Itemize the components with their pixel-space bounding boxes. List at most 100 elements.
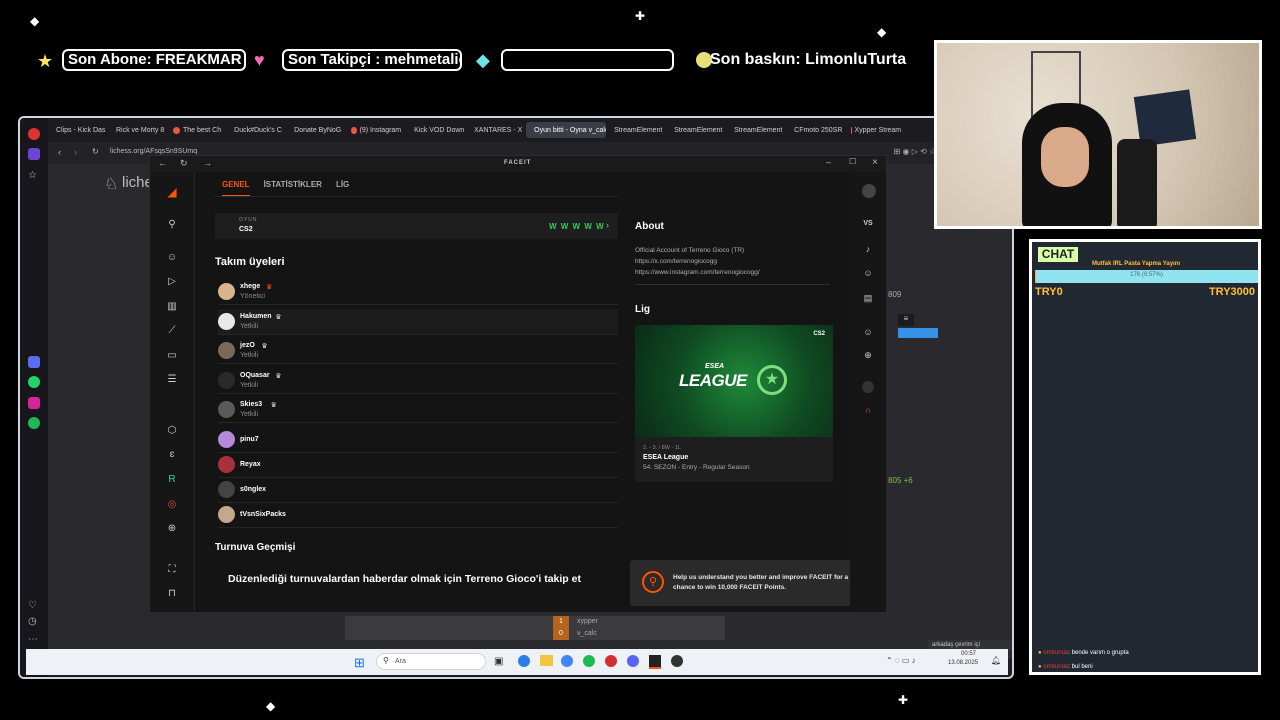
faceit-task-icon[interactable] <box>649 655 661 669</box>
browser-tab[interactable]: CFmoto 250SR <box>786 122 846 138</box>
browser-tab[interactable]: (9) Instagram <box>346 122 406 138</box>
browser-tab[interactable]: Clips - Kick Das <box>48 122 108 138</box>
vs-label[interactable]: VS <box>862 218 874 230</box>
chart-icon[interactable]: ⟋ <box>166 325 178 337</box>
team-member-row[interactable]: Skies3 ♛ Yetkili <box>218 397 618 423</box>
copilot-icon[interactable] <box>518 655 530 667</box>
league-icon[interactable]: R <box>166 474 178 486</box>
team-member-row[interactable]: jezO ♛ Yetkili <box>218 338 618 364</box>
game-icon[interactable]: ɛ <box>166 449 178 461</box>
back-icon[interactable]: ‹ <box>58 147 61 157</box>
sparkle-icon: ◆ <box>30 14 40 28</box>
tab-league[interactable]: LİG <box>336 180 349 197</box>
spotify-task-icon[interactable] <box>583 655 595 667</box>
member-role: Yetkili <box>240 381 259 389</box>
league-card[interactable]: CS2 ESEA LEAGUE ★ 2. - 3. / 8W - 1L ESEA… <box>635 325 833 482</box>
tab-general[interactable]: GENEL <box>222 180 250 197</box>
member-role: Yönetici <box>240 293 265 300</box>
about-link[interactable]: https://www.instagram.com/terrenogiocogg… <box>635 267 760 278</box>
browser-tab[interactable]: The best Ch <box>168 122 226 138</box>
reload-icon[interactable]: ↻ <box>92 147 99 156</box>
friends-icon[interactable]: ☺ <box>862 267 874 279</box>
bag-icon[interactable]: ⊓ <box>166 588 178 600</box>
member-role: Yetkili <box>240 411 259 418</box>
taskbar-search[interactable]: ⚲ Ara <box>376 653 486 670</box>
notification-icon[interactable]: 🔔︎ <box>991 656 1001 665</box>
club-avatar[interactable] <box>862 381 874 393</box>
minimize-icon[interactable]: – <box>826 157 831 167</box>
chrome-icon[interactable] <box>561 655 573 667</box>
add-icon[interactable]: ⊕ <box>862 349 874 361</box>
survey-toast[interactable]: ⚲ Help us understand you better and impr… <box>630 560 878 606</box>
team-member-row[interactable]: tVsnSixPacks <box>218 502 618 528</box>
windows-start-icon[interactable]: ⊞ <box>354 655 365 671</box>
spotify-icon[interactable] <box>28 417 40 429</box>
more-icon[interactable]: ⋯ <box>28 634 40 646</box>
add-icon[interactable]: ⊕ <box>166 523 178 535</box>
chat-icon[interactable]: ▤ <box>862 292 874 304</box>
hexagon-icon[interactable]: ⬡ <box>166 425 178 437</box>
refresh-icon[interactable]: ↻ <box>180 158 188 169</box>
players-icon[interactable]: ☺ <box>166 252 178 264</box>
video-icon[interactable]: ▭ <box>166 350 178 362</box>
team-member-row[interactable]: Hakumen ♛ Yetkili <box>218 308 618 335</box>
browser-tab[interactable]: StreamElement <box>606 122 666 138</box>
forward-icon[interactable]: → <box>203 158 212 168</box>
avatar[interactable] <box>862 184 876 198</box>
club-icon[interactable]: ◎ <box>166 499 178 511</box>
heart-icon[interactable]: ♡ <box>28 600 40 612</box>
scan-icon[interactable]: ⛶ <box>166 564 178 576</box>
team-member-row[interactable]: pinu7 <box>218 427 618 453</box>
team-member-row[interactable]: xhege ♛ Yönetici <box>218 279 618 305</box>
search-icon[interactable]: ⚲ <box>166 219 178 231</box>
team-member-row[interactable]: Reyax <box>218 452 618 478</box>
whatsapp-icon[interactable] <box>28 376 40 388</box>
opera-task-icon[interactable] <box>605 655 617 667</box>
player1-name[interactable]: xypper <box>577 618 598 625</box>
maximize-icon[interactable]: ☐ <box>849 157 856 166</box>
browser-tab[interactable]: Kick VOD Down <box>406 122 466 138</box>
headset-icon[interactable]: ∩ <box>862 404 874 416</box>
browser-tab[interactable]: StreamElement <box>666 122 726 138</box>
aria-icon[interactable] <box>28 356 40 368</box>
tab-label: Xypper Stream <box>854 126 902 134</box>
webcam-chair <box>1117 139 1157 226</box>
list-icon[interactable]: ☰ <box>166 374 178 386</box>
tray-icons[interactable]: ⌃ ◌ ▭ ♪ <box>886 656 916 665</box>
team-member-row[interactable]: OQuasar ♛ Yetkili <box>218 368 618 394</box>
stats-icon[interactable]: ▥ <box>166 301 178 313</box>
chat-header: CHAT <box>1038 247 1078 262</box>
browser-tab[interactable]: Donate ByNoG <box>286 122 346 138</box>
about-link[interactable]: https://x.com/terrenogiocogg <box>635 256 760 267</box>
instagram-icon[interactable] <box>28 397 40 409</box>
forward-icon[interactable]: › <box>74 147 77 157</box>
task-view-icon[interactable]: ▣ <box>494 656 503 667</box>
url-text[interactable]: lichess.org/AFsqsSn9SUmq <box>110 148 197 155</box>
player2-name[interactable]: v_calc <box>577 630 597 637</box>
browser-tab[interactable]: Oyun bitti - Oyna v_calc - <box>526 122 607 138</box>
bookmark-star-icon[interactable]: ☆ <box>28 170 40 182</box>
back-icon[interactable]: ← <box>158 158 167 168</box>
team-member-row[interactable]: s0nglex <box>218 477 618 503</box>
browser-tab[interactable]: Duck#Duck's C <box>226 122 286 138</box>
play-icon[interactable]: ▷ <box>166 276 178 288</box>
game-card[interactable]: OYUN CS2 W W W W W › <box>215 213 618 239</box>
party-icon[interactable]: ☺ <box>862 326 874 338</box>
browser-tab[interactable]: XANTARES - X <box>466 122 526 138</box>
browser-tab[interactable]: StreamElement <box>726 122 786 138</box>
discord-icon[interactable] <box>627 655 639 667</box>
member-avatar <box>218 283 235 300</box>
browser-tab[interactable]: Rick ve Morty 8 <box>108 122 168 138</box>
obs-icon[interactable] <box>671 655 683 667</box>
workspace-icon[interactable] <box>28 148 40 160</box>
close-icon[interactable]: × <box>872 157 878 168</box>
browser-tab[interactable]: Xypper Stream <box>846 122 906 138</box>
tab-statistics[interactable]: İSTATİSTİKLER <box>264 180 322 197</box>
history-icon[interactable]: ◷ <box>28 616 40 628</box>
file-explorer-icon[interactable] <box>540 655 553 666</box>
faceit-logo-icon[interactable]: ◢ <box>166 186 178 198</box>
notification-icon[interactable]: ♪ <box>862 243 874 255</box>
member-avatar <box>218 371 235 389</box>
menu-icon[interactable]: ≡ <box>898 314 914 326</box>
opera-icon[interactable] <box>28 128 40 140</box>
